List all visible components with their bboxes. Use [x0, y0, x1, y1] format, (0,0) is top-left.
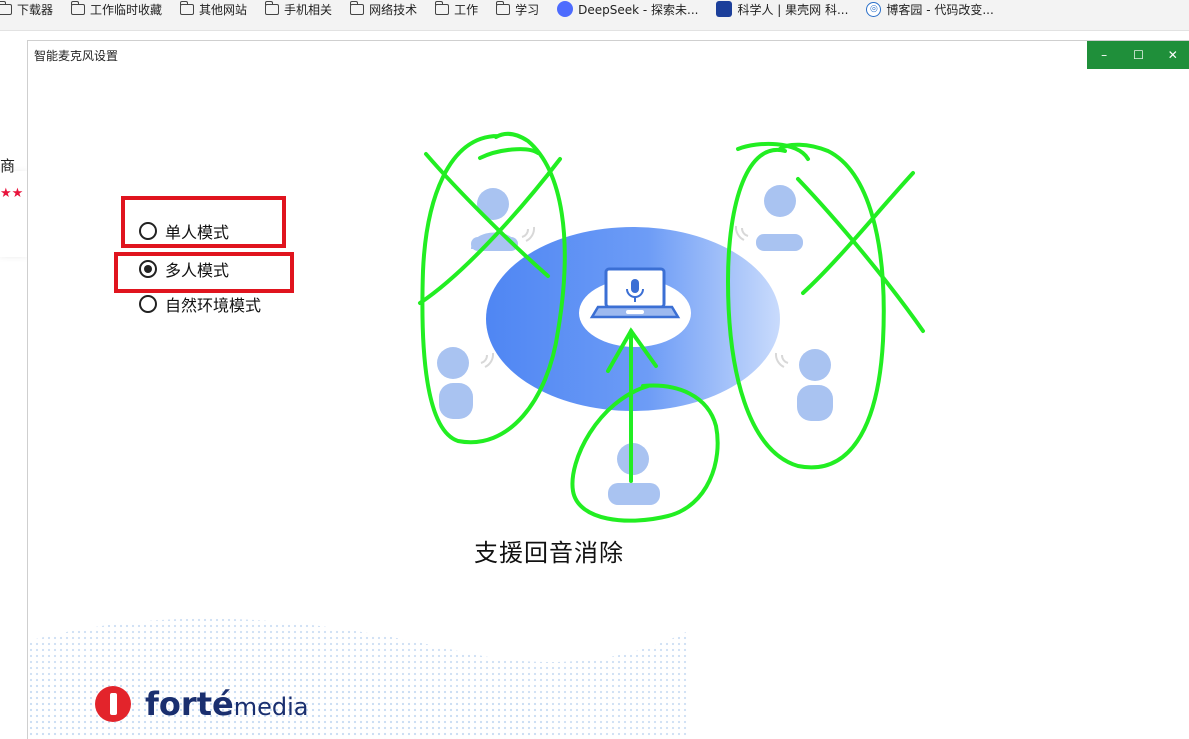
mode-option-multi[interactable]: 多人模式 — [139, 257, 229, 281]
bookmark-other-sites[interactable]: 其他网站 — [179, 0, 247, 18]
background-text: 商 — [0, 157, 16, 175]
folder-icon — [70, 0, 86, 15]
radio-single[interactable] — [139, 222, 157, 240]
folder-icon — [495, 0, 511, 15]
logo-media-text: media — [233, 693, 309, 721]
folder-icon — [434, 0, 450, 15]
bookmark-cnblogs[interactable]: ◎ 博客园 - 代码改变... — [866, 1, 994, 18]
illustration — [28, 131, 925, 739]
mode-option-single[interactable]: 单人模式 — [139, 219, 229, 243]
folder-icon — [349, 0, 365, 15]
folder-icon — [264, 0, 280, 15]
bookmarks-bar: 下载器 工作临时收藏 其他网站 手机相关 网络技术 工作 学习 DeepSeek… — [0, 0, 1189, 31]
background-page — [0, 31, 27, 738]
bookmark-study[interactable]: 学习 — [495, 0, 539, 18]
bookmark-guokr[interactable]: 科学人 | 果壳网 科... — [716, 1, 848, 18]
folder-icon — [0, 0, 12, 15]
folder-icon — [179, 0, 195, 15]
logo-forte-text: forté — [145, 685, 234, 723]
bookmark-downloader[interactable]: 下载器 — [0, 0, 53, 18]
deepseek-icon — [557, 1, 574, 17]
person-icon-bottom-center — [608, 443, 660, 505]
fortemedia-logo-icon — [95, 686, 131, 722]
smart-mic-settings-dialog: 智能麦克风设置 – ☐ ✕ 单人模式 多人模式 自然环境模式 支援回音消除 fo… — [27, 40, 1189, 739]
person-icon-bottom-right — [774, 349, 833, 421]
feature-caption: 支援回音消除 — [474, 539, 624, 567]
bookmark-deepseek[interactable]: DeepSeek - 探索未... — [557, 1, 698, 18]
bookmark-phone[interactable]: 手机相关 — [264, 0, 332, 18]
bookmark-temp[interactable]: 工作临时收藏 — [70, 0, 162, 18]
background-card — [0, 171, 27, 257]
laptop-mic-icon — [589, 267, 681, 319]
person-icon-top-left — [471, 188, 536, 251]
person-icon-bottom-left — [437, 347, 495, 419]
fortemedia-logo: fortémedia — [95, 686, 308, 722]
radio-ambient[interactable] — [139, 295, 157, 313]
rating-stars: ★★ — [0, 186, 24, 201]
bookmark-network[interactable]: 网络技术 — [349, 0, 417, 18]
radio-multi[interactable] — [139, 260, 157, 278]
bookmark-work[interactable]: 工作 — [434, 0, 478, 18]
cnblogs-icon: ◎ — [866, 1, 882, 17]
person-icon-top-right — [734, 185, 803, 251]
mode-option-ambient[interactable]: 自然环境模式 — [139, 292, 261, 316]
guokr-icon — [716, 1, 733, 17]
